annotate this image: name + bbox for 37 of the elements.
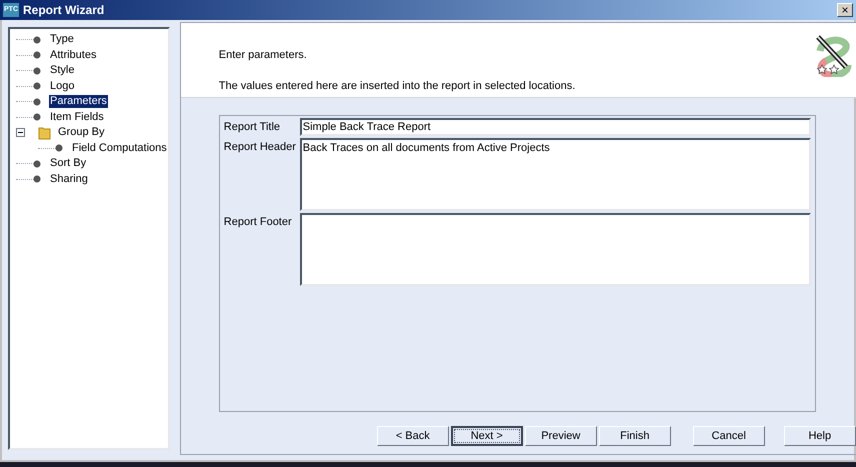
close-button[interactable]: × — [837, 3, 853, 17]
bullet-icon — [33, 113, 41, 122]
folder-icon — [38, 125, 52, 140]
field-label: Report Header — [224, 140, 297, 155]
field-label: Report Title — [224, 120, 282, 135]
wizard-button[interactable]: Cancel — [692, 426, 765, 446]
wizard-button[interactable]: Help — [784, 426, 856, 446]
bullet-icon — [33, 82, 41, 90]
tree-item[interactable]: Group By — [57, 126, 106, 140]
tree-item[interactable]: Sort By — [49, 157, 88, 170]
tree-item[interactable]: Type — [49, 33, 75, 46]
tree-item[interactable]: Logo — [49, 80, 76, 93]
wizard-button[interactable]: Next > — [450, 426, 523, 446]
bullet-icon — [33, 36, 41, 44]
wizard-button[interactable]: Preview — [524, 426, 597, 446]
tree-item[interactable]: Item Fields — [49, 110, 105, 124]
tree-item[interactable]: Parameters — [49, 95, 108, 108]
tree-item[interactable]: Style — [49, 64, 76, 78]
tree-item[interactable]: Attributes — [49, 48, 98, 62]
header-description: The values entered here are inserted into the report in selected locations. — [218, 78, 576, 94]
wizard-button[interactable]: Finish — [598, 426, 671, 446]
bullet-icon — [33, 175, 41, 184]
text-field[interactable]: Simple Back Trace Report — [300, 118, 811, 136]
bullet-icon — [33, 51, 41, 60]
window-title: Report Wizard — [23, 2, 104, 19]
field-label: Report Footer — [224, 215, 293, 230]
tree-item[interactable]: Field Computations — [71, 142, 168, 155]
bullet-icon — [55, 144, 63, 152]
wizard-button[interactable]: < Back — [376, 426, 449, 446]
collapse-toggle[interactable] — [16, 128, 25, 138]
tree-item[interactable]: Sharing — [49, 172, 89, 186]
bullet-icon — [33, 160, 41, 168]
bullet-icon — [33, 66, 41, 75]
header-title: Enter parameters. — [218, 48, 308, 63]
bullet-icon — [33, 98, 41, 106]
text-area[interactable] — [300, 213, 811, 286]
text-area[interactable]: Back Traces on all documents from Active Projects — [300, 138, 811, 211]
